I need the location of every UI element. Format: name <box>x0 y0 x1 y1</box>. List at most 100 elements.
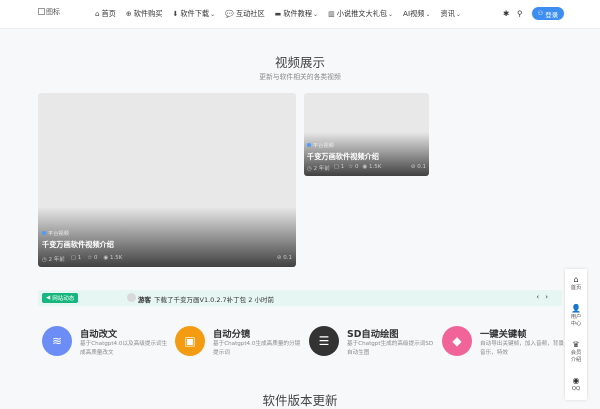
card-tag[interactable]: 平台视频 <box>42 230 69 237</box>
card-count: ⊘ 0.1 <box>410 164 426 170</box>
nav-label: 软件下载 <box>180 9 210 18</box>
feature-name: 一键关键帧 <box>480 329 527 340</box>
feature-name: 自动改文 <box>80 329 118 340</box>
logo-alt-text: 图标 <box>46 8 60 16</box>
cart-icon: ⊕ <box>125 10 132 18</box>
home-icon: ⌂ <box>573 275 579 284</box>
nav-label: 软件购买 <box>133 9 163 18</box>
avatar <box>127 293 136 302</box>
user-icon: ⚇ <box>537 10 544 17</box>
ticker-arrows: ‹› <box>536 293 554 301</box>
nav-menu: ⌂ 首页 ⊕ 软件购买 ⬇ 软件下载 ⌄ 💬 互动社区 ▬ 软件教程 ⌄ ▥ 小说推文大礼包 ⌄ … <box>95 9 471 19</box>
sidebar-label: 首页 <box>570 285 582 291</box>
card-likes: 0 <box>93 255 98 261</box>
sidebar-label: 用户中心 <box>570 314 582 327</box>
feature-item[interactable]: ▣ 自动分镜 基于Chatgpt4.0生成高质量的分镜提示词 <box>171 326 301 360</box>
sidebar-item-home[interactable]: ⌂ 首页 <box>565 275 587 292</box>
download-icon: ⬇ <box>172 10 179 18</box>
feature-desc: 基于Chatgpt4.0以及高级提示词生成高质量改文 <box>80 341 168 356</box>
ticker-time: 2 小时前 <box>248 296 274 304</box>
megaphone-icon: ◀ <box>46 295 51 301</box>
theme-toggle-icon[interactable]: ✱ <box>503 9 509 18</box>
comment-icon: ▢ 1 <box>333 164 345 170</box>
section-title: 视频展示 <box>274 55 325 70</box>
sidebar-item-user-center[interactable]: 👤 用户中心 <box>565 304 587 327</box>
nav-label: 互动社区 <box>235 9 265 18</box>
feature-item[interactable]: ◆ 一键关键帧 自动导出关键帧，加入音频，背景音乐，特效 <box>438 326 568 360</box>
feature-item[interactable]: ≋ 自动改文 基于Chatgpt4.0以及高级提示词生成高质量改文 <box>38 326 168 360</box>
video-card-small[interactable]: 平台视频 千变万画软件视频介绍 ◷ 2 年前 ▢ 1 ☆ 0 ◉ 1.5K ⊘ … <box>304 93 429 176</box>
ticker-text: 下载了千变万画V1.0.2.7补丁包 <box>154 296 247 304</box>
qq-icon: ◉ <box>572 376 580 385</box>
tag-dot-icon <box>42 231 46 235</box>
comment-icon: ▢ 1 <box>70 255 82 261</box>
nav-item-purchase[interactable]: ⊕ 软件购买 <box>126 9 163 19</box>
section-subtitle: 更新与软件相关的各类视频 <box>259 73 341 81</box>
card-count-value: 0.1 <box>283 255 292 261</box>
sidebar-item-qq[interactable]: ◉ QQ <box>565 376 587 393</box>
home-icon: ⌂ <box>95 10 100 18</box>
search-icon[interactable]: ⚲ <box>517 9 523 18</box>
nav-item-download[interactable]: ⬇ 软件下载 ⌄ <box>172 9 215 19</box>
floating-sidebar: ⌂ 首页 👤 用户中心 ♛ 会员介绍 ◉ QQ <box>565 269 587 400</box>
nav-item-novel-pack[interactable]: ▥ 小说推文大礼包 ⌄ <box>328 9 393 19</box>
card-views: 1.5K <box>369 164 382 170</box>
card-tag-label: 平台视频 <box>48 231 69 237</box>
login-label: 登录 <box>545 10 559 19</box>
video-card-large[interactable]: 平台视频 千变万画软件视频介绍 ◷ 2 年前 ▢ 1 ☆ 0 ◉ 1.5K ⊘ … <box>38 93 296 267</box>
nav-item-home[interactable]: ⌂ 首页 <box>95 9 116 19</box>
list-icon: ☰ <box>309 326 339 356</box>
feature-desc: 基于Chatgpt4.0生成高质量的分镜提示词 <box>213 341 301 356</box>
nav-item-tutorial[interactable]: ▬ 软件教程 ⌄ <box>275 9 318 19</box>
card-views: 1.5K <box>110 255 123 261</box>
user-icon: 👤 <box>571 304 581 313</box>
chevron-left-icon[interactable]: ‹ <box>536 293 545 301</box>
eye-icon: ◉ 1.5K <box>103 255 123 261</box>
diamond-icon: ◆ <box>442 326 472 356</box>
ticker-badge: ◀ 网站动态 <box>42 293 79 303</box>
card-likes: 0 <box>354 164 359 170</box>
nav-item-news[interactable]: 资讯 ⌄ <box>441 9 461 19</box>
comments-icon: 💬 <box>225 10 234 18</box>
sidebar-label: 会员介绍 <box>570 350 582 363</box>
feature-desc: 自动导出关键帧，加入音频，背景音乐，特效 <box>480 341 564 356</box>
nav-label: AI视频 <box>403 9 425 18</box>
nav-item-community[interactable]: 💬 互动社区 <box>225 9 264 19</box>
nav-label: 首页 <box>101 9 116 18</box>
card-date: 2 年前 <box>48 257 65 263</box>
nav-item-ai-video[interactable]: AI视频 ⌄ <box>403 9 430 19</box>
feature-desc: 基于Chatgpt生成的高级提示词SD自动生图 <box>347 341 434 356</box>
top-nav: 图标 ⌂ 首页 ⊕ 软件购买 ⬇ 软件下载 ⌄ 💬 互动社区 ▬ 软件教程 ⌄ ▥ 小说推文大礼… <box>0 0 600 29</box>
tag-dot-icon <box>307 143 311 147</box>
shopping-bag-icon: ▣ <box>175 326 205 356</box>
login-button[interactable]: ⚇ 登录 <box>532 7 564 20</box>
site-logo[interactable]: 图标 <box>38 7 60 17</box>
card-tag[interactable]: 平台视频 <box>307 142 334 149</box>
card-tag-label: 平台视频 <box>313 143 334 149</box>
chevron-down-icon: ⌄ <box>210 10 216 18</box>
card-title[interactable]: 千变万画软件视频介绍 <box>42 240 114 250</box>
feature-item[interactable]: ☰ SD自动绘图 基于Chatgpt生成的高级提示词SD自动生图 <box>305 326 435 360</box>
nav-label: 软件教程 <box>283 9 313 18</box>
card-count: ⊘ 0.1 <box>276 255 292 261</box>
building-icon: ▥ <box>328 10 335 18</box>
sidebar-item-vip[interactable]: ♛ 会员介绍 <box>565 340 587 363</box>
like-icon: ☆ 0 <box>87 255 98 261</box>
card-comments: 1 <box>340 164 345 170</box>
chevron-down-icon: ⌄ <box>313 10 319 18</box>
like-icon: ☆ 0 <box>348 164 359 170</box>
crown-icon: ♛ <box>572 340 580 349</box>
clock-icon: ◷ 2 年前 <box>307 166 330 172</box>
feature-name: SD自动绘图 <box>347 329 399 340</box>
chevron-down-icon: ⌄ <box>425 10 431 18</box>
clock-icon: ◷ 2 年前 <box>42 257 65 263</box>
card-title[interactable]: 千变万画软件视频介绍 <box>307 152 379 162</box>
layers-icon: ≋ <box>42 326 72 356</box>
ticker-message[interactable]: 游客 下载了千变万画V1.0.2.7补丁包 2 小时前 <box>138 294 274 304</box>
ticker-user: 游客 <box>138 296 151 304</box>
chevron-right-icon[interactable]: › <box>545 293 554 301</box>
chevron-down-icon: ⌄ <box>455 10 461 18</box>
ticker-badge-label: 网站动态 <box>52 296 75 302</box>
card-date: 2 年前 <box>313 166 330 172</box>
tv-icon: ▬ <box>274 10 282 18</box>
